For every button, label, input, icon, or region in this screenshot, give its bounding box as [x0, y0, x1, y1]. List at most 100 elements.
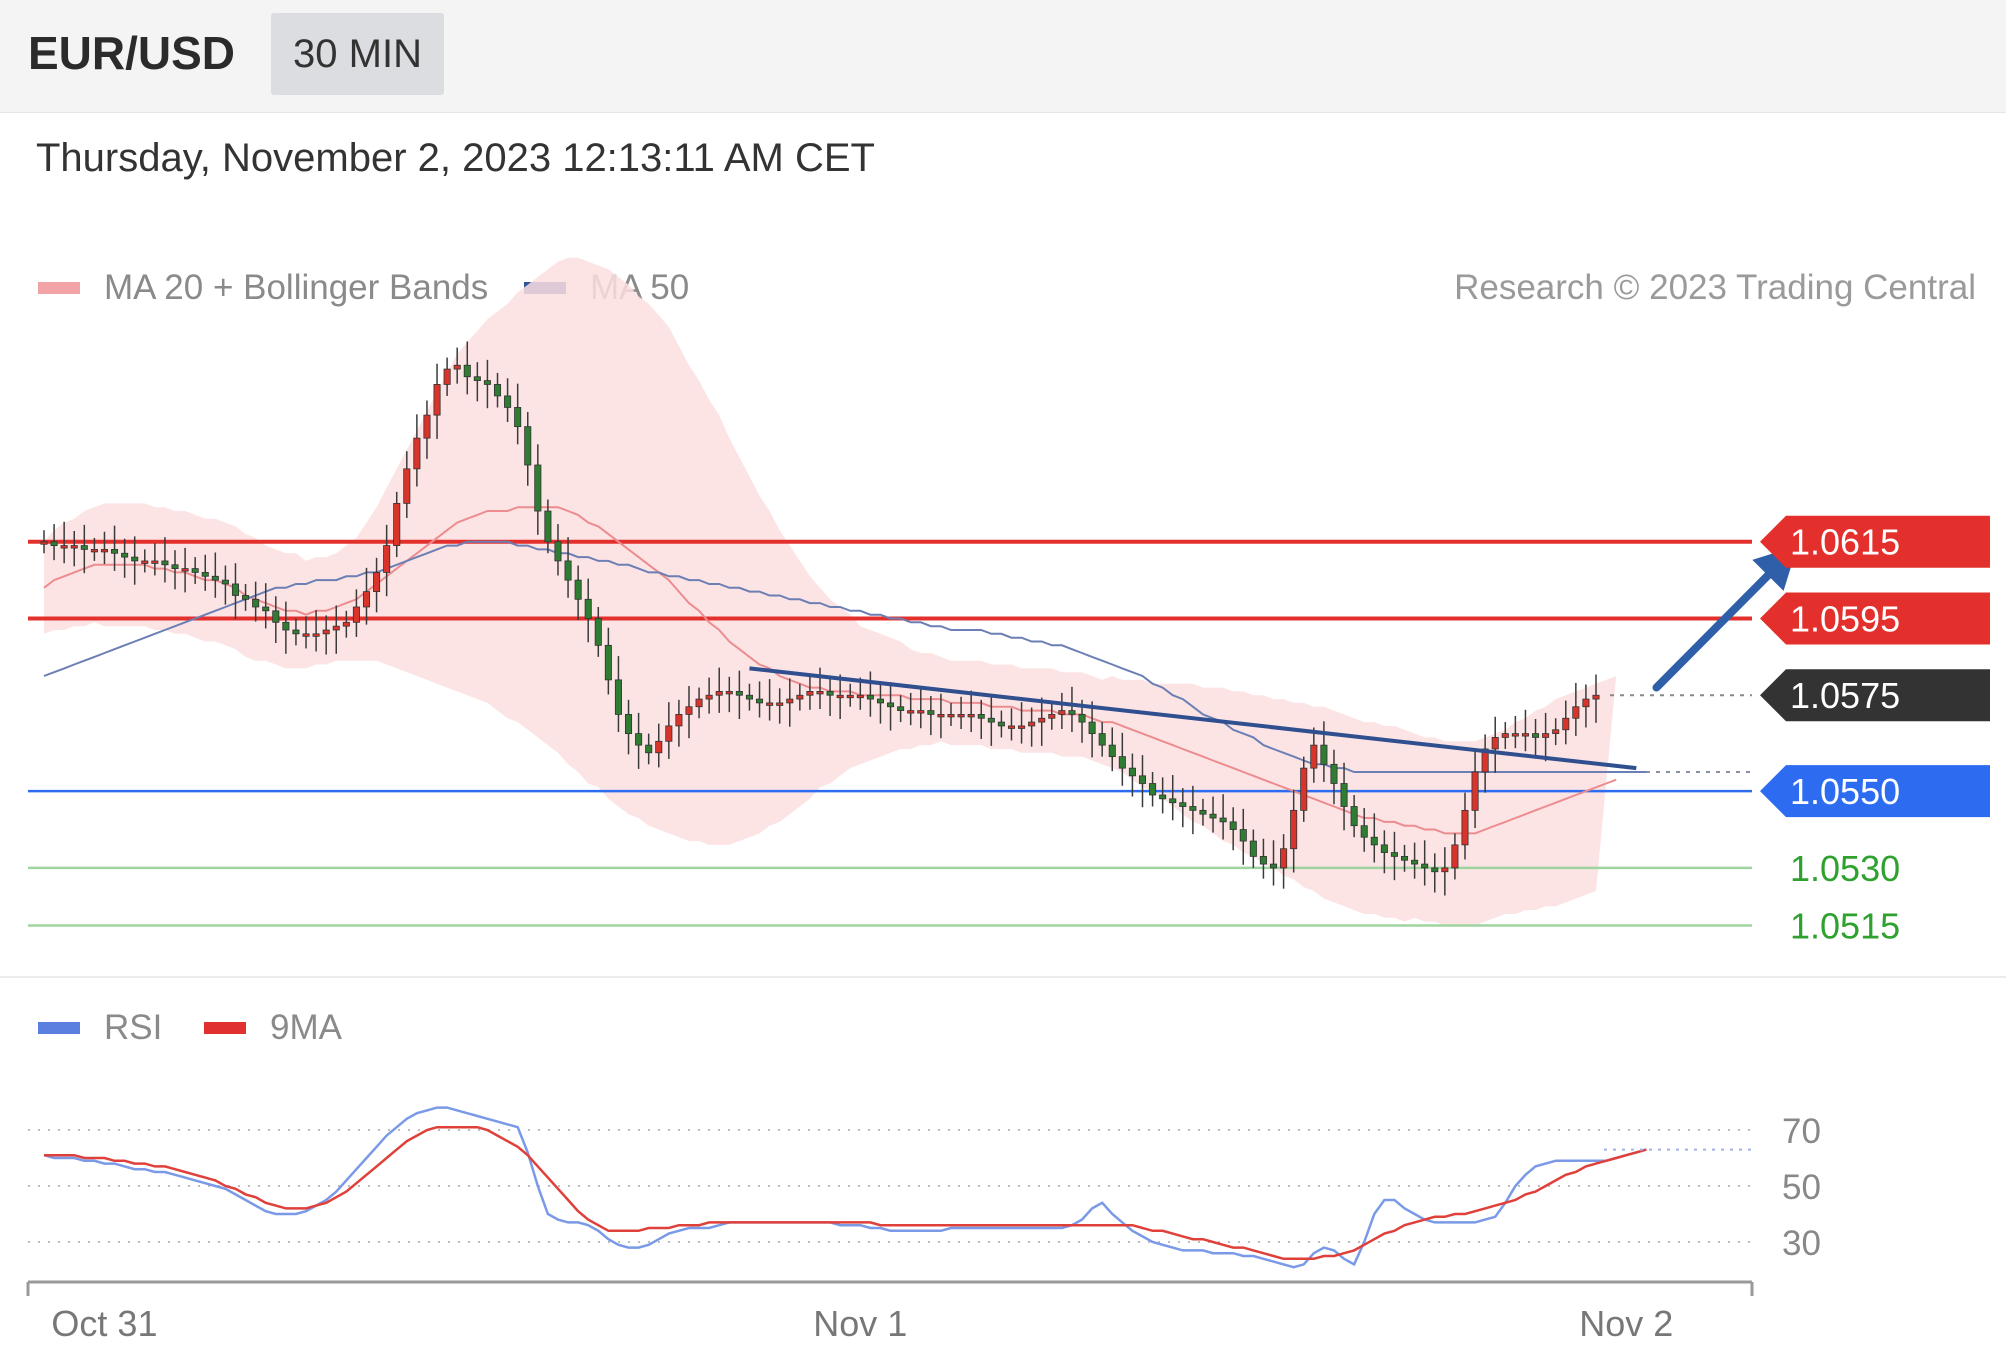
candle-body — [816, 690, 824, 695]
candle-body — [897, 706, 905, 711]
bollinger-band-area — [44, 257, 1617, 926]
candle-body — [594, 618, 602, 646]
x-tick-label: Nov 2 — [1579, 1303, 1673, 1344]
candle-body — [1380, 844, 1388, 853]
price-label-1.0575: 1.0575 — [1760, 669, 1990, 722]
candle-body — [201, 572, 209, 577]
price-label-1.0550: 1.0550 — [1760, 765, 1990, 818]
candle-body — [1562, 717, 1570, 731]
candle-body — [463, 364, 471, 378]
candle-body — [171, 564, 179, 570]
candle-body — [262, 606, 270, 612]
candle-body — [564, 560, 572, 581]
candle-body — [534, 464, 542, 512]
rsi-tick-30: 30 — [1782, 1224, 1821, 1263]
candle-body — [50, 541, 58, 546]
candle-body — [493, 384, 502, 397]
x-tick-label: Oct 31 — [51, 1303, 157, 1344]
candle-body — [574, 579, 582, 600]
candle-body — [80, 545, 88, 550]
candle-body — [1149, 783, 1157, 796]
candle-body — [1078, 714, 1086, 723]
candle-body — [786, 698, 794, 704]
candle-body — [373, 572, 381, 593]
candle-body — [1300, 767, 1308, 811]
candle-body — [131, 556, 139, 562]
candle-body — [604, 644, 612, 681]
candle-body — [231, 583, 240, 596]
candle-body — [1068, 710, 1076, 715]
candle-body — [1189, 806, 1197, 811]
candle-body — [1542, 733, 1550, 738]
candle-body — [393, 502, 401, 546]
candle-body — [1310, 744, 1318, 769]
candle-body — [211, 575, 219, 581]
candle-body — [1259, 855, 1267, 865]
candle-body — [292, 629, 300, 635]
candle-body — [342, 621, 350, 627]
candle-body — [836, 694, 844, 699]
candle-body — [90, 549, 98, 553]
candle-body — [1280, 848, 1288, 869]
candle-body — [302, 633, 310, 637]
price-label-1.0615: 1.0615 — [1760, 515, 1990, 568]
candle-body — [1471, 771, 1479, 811]
candle-body — [312, 633, 320, 637]
candle-body — [725, 690, 733, 695]
candle-body — [1169, 798, 1177, 804]
candle-body — [111, 549, 119, 554]
candle-body — [161, 560, 169, 566]
candle-body — [60, 545, 68, 549]
candle-body — [483, 380, 491, 385]
candle-body — [685, 706, 693, 715]
candle-body — [907, 710, 915, 714]
candle-body — [806, 690, 814, 696]
time-axis-layer: Oct 31 Nov 1 Nov 2 — [26, 1280, 1754, 1344]
candle-body — [1048, 714, 1056, 719]
candle-body — [40, 541, 48, 545]
candle-body — [1098, 733, 1106, 746]
candle-body — [1521, 733, 1529, 737]
candle-body — [191, 568, 199, 573]
candle-body — [1451, 844, 1459, 869]
candle-body — [967, 714, 975, 718]
candle-body — [957, 714, 965, 718]
candle-body — [1179, 802, 1187, 807]
candle-body — [997, 721, 1005, 727]
candle-body — [635, 733, 643, 746]
candle-body — [1199, 809, 1207, 815]
candle-body — [151, 560, 159, 564]
candle-body — [1249, 840, 1257, 857]
candle-body — [1330, 763, 1338, 784]
candle-body — [453, 364, 461, 370]
candle-body — [1018, 725, 1026, 729]
candle-body — [443, 368, 451, 385]
candle-body — [876, 698, 884, 704]
candle-body — [977, 714, 985, 719]
candle-body — [383, 545, 391, 573]
price-label-1.0595: 1.0595 — [1760, 592, 1990, 645]
candle-body — [1038, 717, 1046, 723]
candle-body — [141, 560, 149, 564]
candle-body — [715, 690, 723, 696]
candle-body — [282, 621, 290, 631]
candle-body — [544, 510, 552, 543]
candle-body — [947, 714, 955, 718]
candle-body — [1028, 721, 1036, 727]
candle-body — [1007, 725, 1016, 729]
candle-body — [433, 384, 441, 416]
candle-body — [322, 629, 330, 635]
candle-body — [655, 740, 663, 754]
candle-body — [766, 702, 774, 706]
price-tag-text: 1.0615 — [1790, 522, 1900, 563]
rsi-line — [43, 1106, 1647, 1269]
candle-body — [1219, 817, 1227, 823]
candle-body — [272, 610, 280, 623]
candle-body — [1572, 706, 1580, 719]
candle-body — [1058, 710, 1066, 715]
candle-body — [352, 606, 360, 623]
candle-body — [826, 690, 834, 696]
candle-body — [776, 702, 784, 706]
price-label-1.0515: 1.0515 — [1790, 905, 1900, 946]
candle-body — [745, 694, 753, 700]
